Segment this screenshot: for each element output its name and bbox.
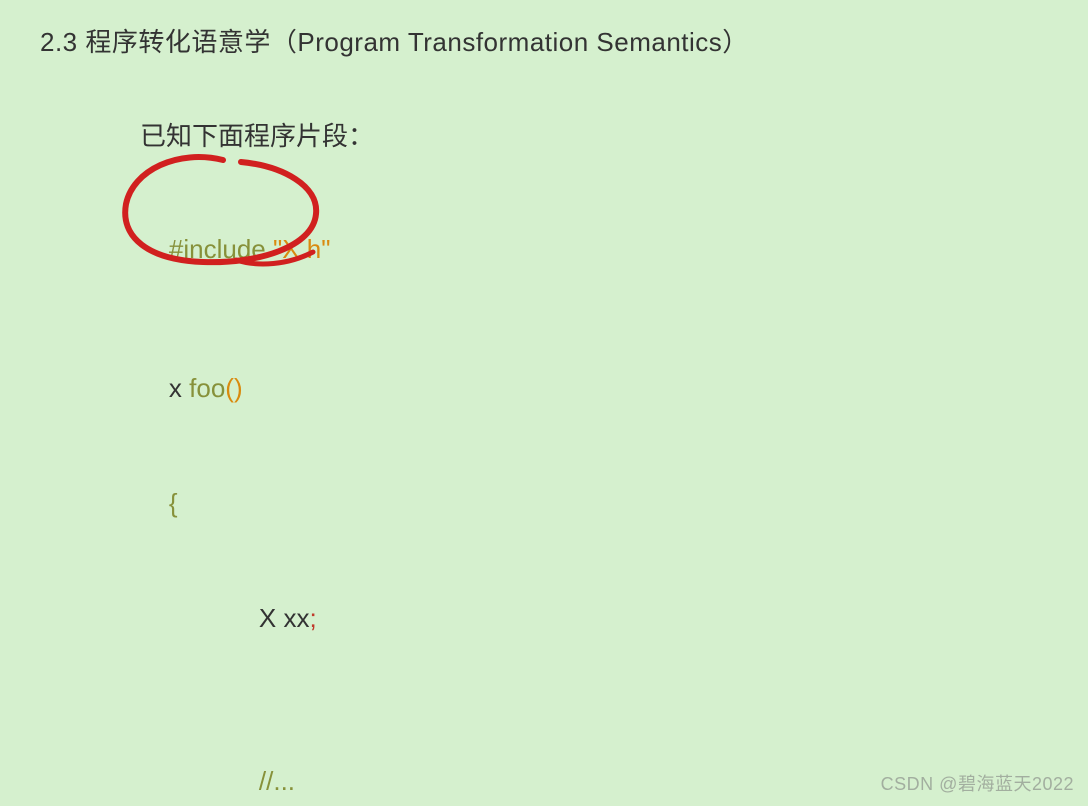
- watermark: CSDN @碧海蓝天2022: [881, 770, 1074, 796]
- intro-line: 已知下面程序片段：: [140, 118, 618, 154]
- func-name: foo: [189, 373, 225, 403]
- comment: //...: [259, 766, 295, 796]
- decl-var: xx: [283, 603, 309, 633]
- include-keyword: #include: [169, 234, 273, 264]
- code-include-line: #include "X.h": [140, 194, 618, 303]
- decl-type: X: [259, 603, 284, 633]
- semicolon1: ;: [309, 603, 316, 633]
- func-return-type: x: [169, 373, 189, 403]
- paren-close: ): [234, 373, 243, 403]
- content-block: 已知下面程序片段： #include "X.h" x foo() { X xx;…: [140, 118, 618, 806]
- code-func-sig: x foo(): [140, 334, 618, 443]
- code-comment-line: //...: [140, 727, 618, 806]
- paren-open: (: [225, 373, 234, 403]
- brace-open-line: {: [140, 449, 618, 558]
- brace-open: {: [169, 488, 178, 518]
- code-decl-line: X xx;: [140, 564, 618, 673]
- include-file: "X.h": [273, 234, 330, 264]
- section-title: 2.3 程序转化语意学（Program Transformation Seman…: [40, 22, 749, 59]
